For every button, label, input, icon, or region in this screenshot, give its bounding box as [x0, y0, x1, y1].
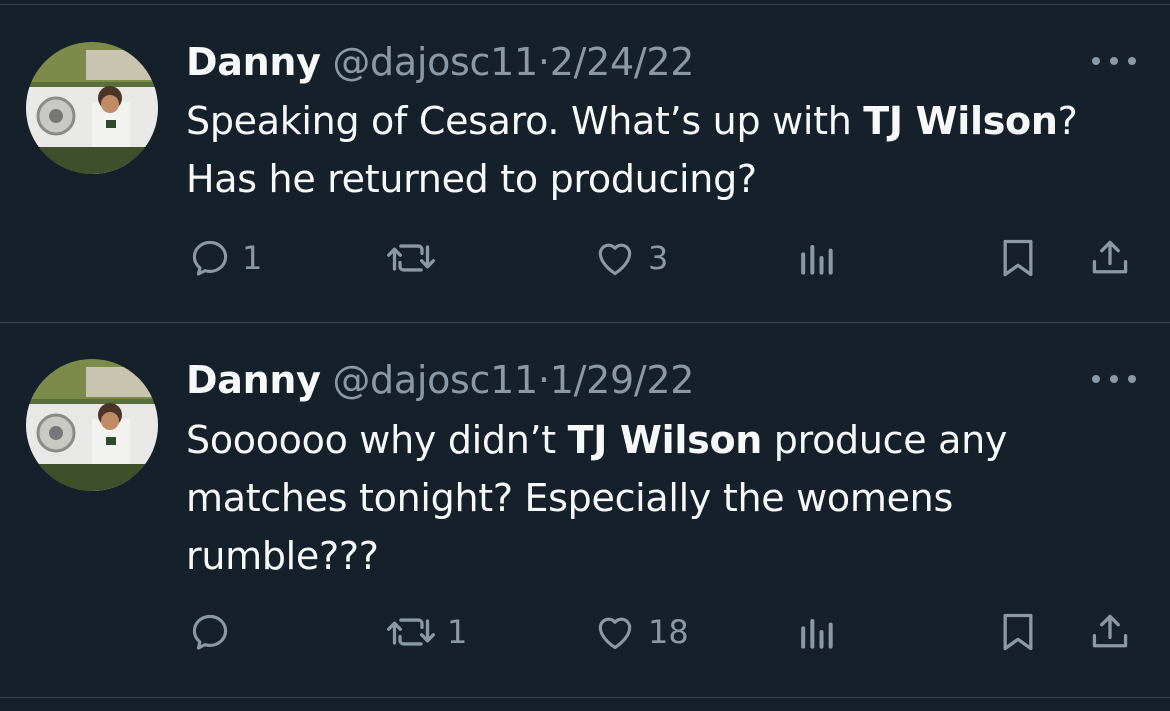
- reply-button[interactable]: [188, 607, 242, 657]
- retweet-count: 1: [447, 613, 468, 651]
- tweet-header: Danny @dajosc11·1/29/22: [186, 357, 694, 403]
- retweet-icon: [386, 244, 436, 272]
- retweet-icon: [386, 618, 436, 646]
- like-count: 3: [648, 239, 669, 277]
- views-button[interactable]: [796, 607, 836, 657]
- action-bar: 1 18: [0, 607, 1170, 657]
- text-part: Speaking of Cesaro. What’s up with: [186, 99, 864, 143]
- like-button[interactable]: 18: [592, 607, 689, 657]
- text-part: Soooooo why didn’t: [186, 418, 568, 462]
- text-part: ?: [1057, 99, 1078, 143]
- mention-bold: TJ Wilson: [863, 99, 1058, 143]
- views-icon: [801, 618, 833, 649]
- share-icon: [1092, 614, 1128, 648]
- action-bar: 1 3: [0, 233, 1170, 283]
- tweet-date[interactable]: 2/24/22: [550, 40, 695, 84]
- reply-count: 1: [242, 239, 263, 277]
- bookmark-icon: [1003, 613, 1033, 651]
- like-button[interactable]: 3: [592, 233, 668, 283]
- bookmark-button[interactable]: [998, 607, 1038, 657]
- separator: ·: [537, 40, 550, 84]
- author-name[interactable]: Danny: [186, 40, 321, 84]
- reply-icon: [192, 614, 228, 650]
- author-handle[interactable]: @dajosc11: [332, 40, 538, 84]
- bottom-divider: [0, 697, 1170, 698]
- reply-icon: [192, 240, 228, 276]
- text-part: rumble???: [186, 534, 379, 578]
- tweet[interactable]: Danny @dajosc11·2/24/22 Speaking of Cesa…: [0, 0, 1170, 322]
- retweet-button[interactable]: [385, 233, 447, 283]
- avatar-image: [26, 359, 158, 491]
- separator: ·: [537, 358, 550, 402]
- retweet-button[interactable]: 1: [385, 607, 467, 657]
- text-part: matches tonight? Especially the womens: [186, 476, 953, 520]
- avatar[interactable]: [26, 42, 158, 174]
- reply-button[interactable]: 1: [188, 233, 262, 283]
- like-count: 18: [648, 613, 689, 651]
- share-button[interactable]: [1088, 233, 1132, 283]
- tweet[interactable]: Danny @dajosc11·1/29/22 Soooooo why didn…: [0, 323, 1170, 697]
- text-part: produce any: [762, 418, 1008, 462]
- like-icon: [598, 243, 632, 276]
- text-part: Has he returned to producing?: [186, 157, 757, 201]
- more-icon[interactable]: [1092, 372, 1136, 386]
- more-icon[interactable]: [1092, 54, 1136, 68]
- views-button[interactable]: [796, 233, 836, 283]
- bookmark-button[interactable]: [998, 233, 1038, 283]
- author-handle[interactable]: @dajosc11: [332, 358, 538, 402]
- share-button[interactable]: [1088, 607, 1132, 657]
- avatar[interactable]: [26, 359, 158, 491]
- author-name[interactable]: Danny: [186, 358, 321, 402]
- bookmark-icon: [1003, 239, 1033, 277]
- mention-bold: TJ Wilson: [567, 418, 763, 462]
- like-icon: [598, 617, 632, 650]
- tweet-header: Danny @dajosc11·2/24/22: [186, 39, 694, 85]
- avatar-image: [26, 42, 158, 174]
- views-icon: [801, 244, 833, 275]
- tweet-date[interactable]: 1/29/22: [550, 358, 695, 402]
- tweet-text: Speaking of Cesaro. What’s up with TJ Wi…: [186, 92, 1146, 208]
- tweet-text: Soooooo why didn’t TJ Wilson produce any…: [186, 411, 1146, 585]
- share-icon: [1092, 240, 1128, 274]
